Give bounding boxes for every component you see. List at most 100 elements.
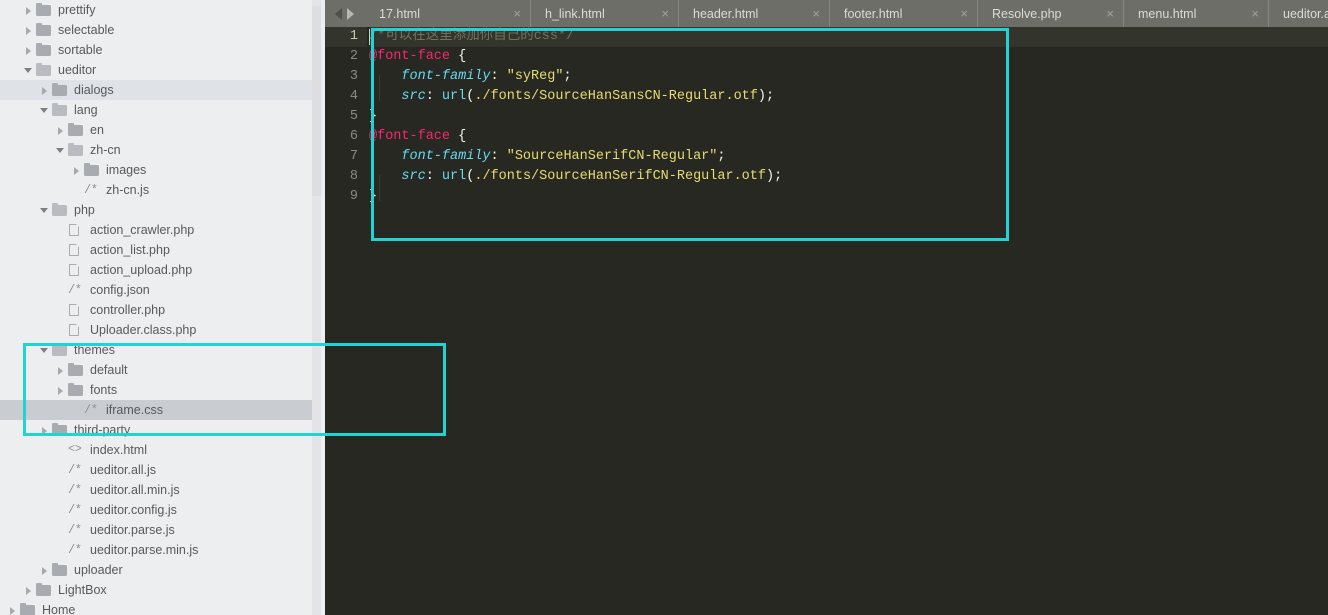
tree-item-lang[interactable]: lang <box>0 100 312 120</box>
code-token-punc: ; <box>717 149 726 164</box>
code-token-punc: ; <box>563 69 572 84</box>
tree-item-themes[interactable]: themes <box>0 340 312 360</box>
chevron-right-icon[interactable] <box>40 426 49 435</box>
tab-close-icon[interactable]: × <box>960 7 968 20</box>
tree-item-action-upload-php[interactable]: action_upload.php <box>0 260 312 280</box>
code-line[interactable]: src: url(./fonts/SourceHanSansCN-Regular… <box>369 87 1328 107</box>
tree-item-prettify[interactable]: prettify <box>0 0 312 20</box>
chevron-down-icon[interactable] <box>24 66 33 75</box>
code-line[interactable]: } <box>369 107 1328 127</box>
tree-item-third-party[interactable]: third-party <box>0 420 312 440</box>
chevron-right-icon[interactable] <box>24 46 33 55</box>
tree-item-action-list-php[interactable]: action_list.php <box>0 240 312 260</box>
tree-item-index-html[interactable]: <> index.html <box>0 440 312 460</box>
tab-close-icon[interactable]: × <box>1251 7 1259 20</box>
code-line[interactable]: @font-face { <box>369 47 1328 67</box>
code-token-at: @font-face <box>369 49 451 64</box>
tab-menu-html[interactable]: menu.html × <box>1123 0 1268 27</box>
tree-item-php[interactable]: php <box>0 200 312 220</box>
folder-icon <box>68 123 84 137</box>
tree-item-lightbox[interactable]: LightBox <box>0 580 312 600</box>
code-area[interactable]: 1 2 3 4 5 6 7 8 9 /*可以在这里添加你自己的css*/ @font-face {… <box>325 27 1328 615</box>
js-file-icon: /* <box>68 523 82 537</box>
tab-nav-arrows[interactable] <box>325 7 365 20</box>
tree-item-default[interactable]: default <box>0 360 312 380</box>
code-token-plain: { <box>450 129 467 144</box>
chevron-right-icon[interactable] <box>56 386 65 395</box>
tab-next-arrow-icon[interactable] <box>347 7 354 20</box>
tree-item-ueditor[interactable]: ueditor <box>0 60 312 80</box>
chevron-right-icon[interactable] <box>56 366 65 375</box>
folder-icon <box>68 363 84 377</box>
tab-close-icon[interactable]: × <box>513 7 521 20</box>
tab-close-icon[interactable]: × <box>1106 7 1114 20</box>
editor-pane: 17.html × h_link.html × header.html × footer.h… <box>325 0 1328 615</box>
chevron-right-icon[interactable] <box>40 566 49 575</box>
tree-item-ueditor-all-min-js[interactable]: /* ueditor.all.min.js <box>0 480 312 500</box>
generic-file-icon <box>68 223 84 237</box>
chevron-right-icon[interactable] <box>24 6 33 15</box>
tree-item-label: php <box>74 203 95 217</box>
chevron-right-icon[interactable] <box>8 606 17 615</box>
code-line[interactable]: src: url(./fonts/SourceHanSerifCN-Regula… <box>369 167 1328 187</box>
tree-item-en[interactable]: en <box>0 120 312 140</box>
tree-item-iframe-css[interactable]: /* iframe.css <box>0 400 312 420</box>
tab-header-html[interactable]: header.html × <box>678 0 829 27</box>
tree-item-controller-php[interactable]: controller.php <box>0 300 312 320</box>
tree-item-ueditor-all-js[interactable]: /* ueditor.all.js <box>0 460 312 480</box>
file-tree[interactable]: prettify selectable sortable ueditor dialogs… <box>0 0 312 615</box>
tree-item-images[interactable]: images <box>0 160 312 180</box>
chevron-down-icon[interactable] <box>40 106 49 115</box>
tree-item-selectable[interactable]: selectable <box>0 20 312 40</box>
sidebar-scrollbar-thumb[interactable] <box>312 6 321 196</box>
code-line[interactable]: @font-face { <box>369 127 1328 147</box>
tab-label: Resolve.php <box>992 6 1062 21</box>
tab-h-link-html[interactable]: h_link.html × <box>530 0 678 27</box>
tree-item-config-json[interactable]: /* config.json <box>0 280 312 300</box>
tab-close-icon[interactable]: × <box>661 7 669 20</box>
tree-item-fonts[interactable]: fonts <box>0 380 312 400</box>
chevron-right-icon[interactable] <box>24 586 33 595</box>
tree-item-zh-cn-js[interactable]: /* zh-cn.js <box>0 180 312 200</box>
tab-resolve-php[interactable]: Resolve.php × <box>977 0 1123 27</box>
chevron-right-icon[interactable] <box>40 86 49 95</box>
code-line[interactable]: } <box>369 187 1328 207</box>
tab-17-html[interactable]: 17.html × <box>365 0 530 27</box>
tree-item-ueditor-config-js[interactable]: /* ueditor.config.js <box>0 500 312 520</box>
tree-item-ueditor-parse-min-js[interactable]: /* ueditor.parse.min.js <box>0 540 312 560</box>
tree-item-ueditor-parse-js[interactable]: /* ueditor.parse.js <box>0 520 312 540</box>
tree-item-zh-cn[interactable]: zh-cn <box>0 140 312 160</box>
tab-label: header.html <box>693 6 759 21</box>
folder-icon <box>36 583 52 597</box>
tree-item-sortable[interactable]: sortable <box>0 40 312 60</box>
tree-item-home[interactable]: Home <box>0 600 312 615</box>
chevron-down-icon[interactable] <box>56 146 65 155</box>
tab-footer-html[interactable]: footer.html × <box>829 0 977 27</box>
tab-prev-arrow-icon[interactable] <box>335 7 342 20</box>
code-line[interactable]: font-family: "syReg"; <box>369 67 1328 87</box>
code-text[interactable]: /*可以在这里添加你自己的css*/ @font-face { font-fami… <box>369 27 1328 615</box>
chevron-down-icon[interactable] <box>40 346 49 355</box>
tab-close-icon[interactable]: × <box>812 7 820 20</box>
tree-item-uploader-class-php[interactable]: Uploader.class.php <box>0 320 312 340</box>
tree-item-uploader[interactable]: uploader <box>0 560 312 580</box>
tree-item-dialogs[interactable]: dialogs <box>0 80 312 100</box>
tab-ueditor-all-js[interactable]: ueditor.all.js× <box>1268 0 1328 27</box>
tree-item-label: controller.php <box>90 303 166 317</box>
tree-item-label: config.json <box>90 283 150 297</box>
code-token-plain: } <box>369 189 378 204</box>
tree-item-action-crawler-php[interactable]: action_crawler.php <box>0 220 312 240</box>
chevron-right-icon[interactable] <box>24 26 33 35</box>
chevron-right-icon[interactable] <box>56 126 65 135</box>
chevron-right-icon[interactable] <box>72 166 81 175</box>
tab-label: menu.html <box>1138 6 1197 21</box>
chevron-down-icon[interactable] <box>40 206 49 215</box>
tab-bar: 17.html × h_link.html × header.html × footer.h… <box>325 0 1328 27</box>
code-line[interactable]: font-family: "SourceHanSerifCN-Regular"; <box>369 147 1328 167</box>
generic-file-icon <box>68 303 84 317</box>
code-line[interactable]: /*可以在这里添加你自己的css*/ <box>369 27 1328 47</box>
